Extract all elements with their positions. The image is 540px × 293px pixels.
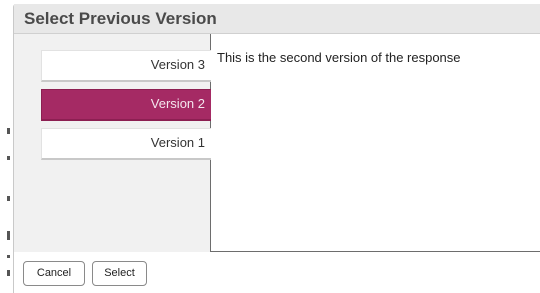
version-item-3[interactable]: Version 3 xyxy=(41,50,211,82)
version-item-label: Version 3 xyxy=(150,57,205,72)
dialog-footer: Cancel Select xyxy=(14,252,540,293)
background-edge-mark xyxy=(7,196,10,201)
background-edge-mark xyxy=(7,128,10,134)
dialog-title-bar: Select Previous Version xyxy=(14,4,540,34)
version-item-label: Version 1 xyxy=(150,135,205,150)
cancel-button[interactable]: Cancel xyxy=(23,261,85,286)
version-preview-text: This is the second version of the respon… xyxy=(217,50,461,65)
version-list: Version 3 Version 2 Version 1 xyxy=(14,34,211,252)
dialog-title: Select Previous Version xyxy=(24,9,217,28)
background-edge-mark xyxy=(7,231,10,240)
background-edge-mark xyxy=(7,156,10,160)
select-button[interactable]: Select xyxy=(92,261,147,286)
version-item-2[interactable]: Version 2 xyxy=(41,89,211,121)
background-edge-mark xyxy=(7,270,10,276)
background-edge-mark xyxy=(7,255,10,258)
version-preview-pane: This is the second version of the respon… xyxy=(211,34,540,252)
version-item-label: Version 2 xyxy=(150,96,205,111)
version-item-1[interactable]: Version 1 xyxy=(41,128,211,160)
select-version-dialog: Select Previous Version Version 3 Versio… xyxy=(13,4,540,293)
